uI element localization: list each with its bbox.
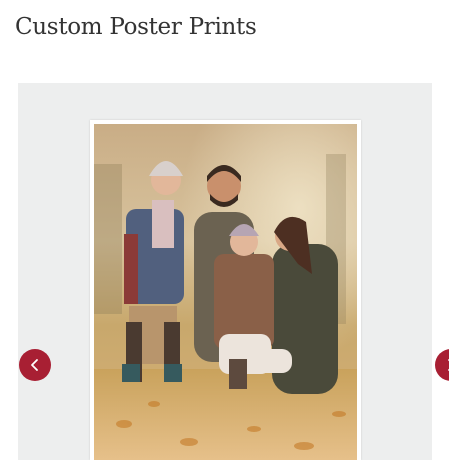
chevron-left-icon: [31, 359, 38, 371]
poster-carousel: [18, 83, 449, 460]
poster-frame: [90, 120, 361, 460]
page-title: Custom Poster Prints: [15, 14, 257, 40]
poster-photo: [94, 124, 357, 460]
next-slide-button[interactable]: [435, 349, 449, 381]
previous-slide-button[interactable]: [19, 349, 51, 381]
chevron-right-icon: [448, 359, 449, 371]
